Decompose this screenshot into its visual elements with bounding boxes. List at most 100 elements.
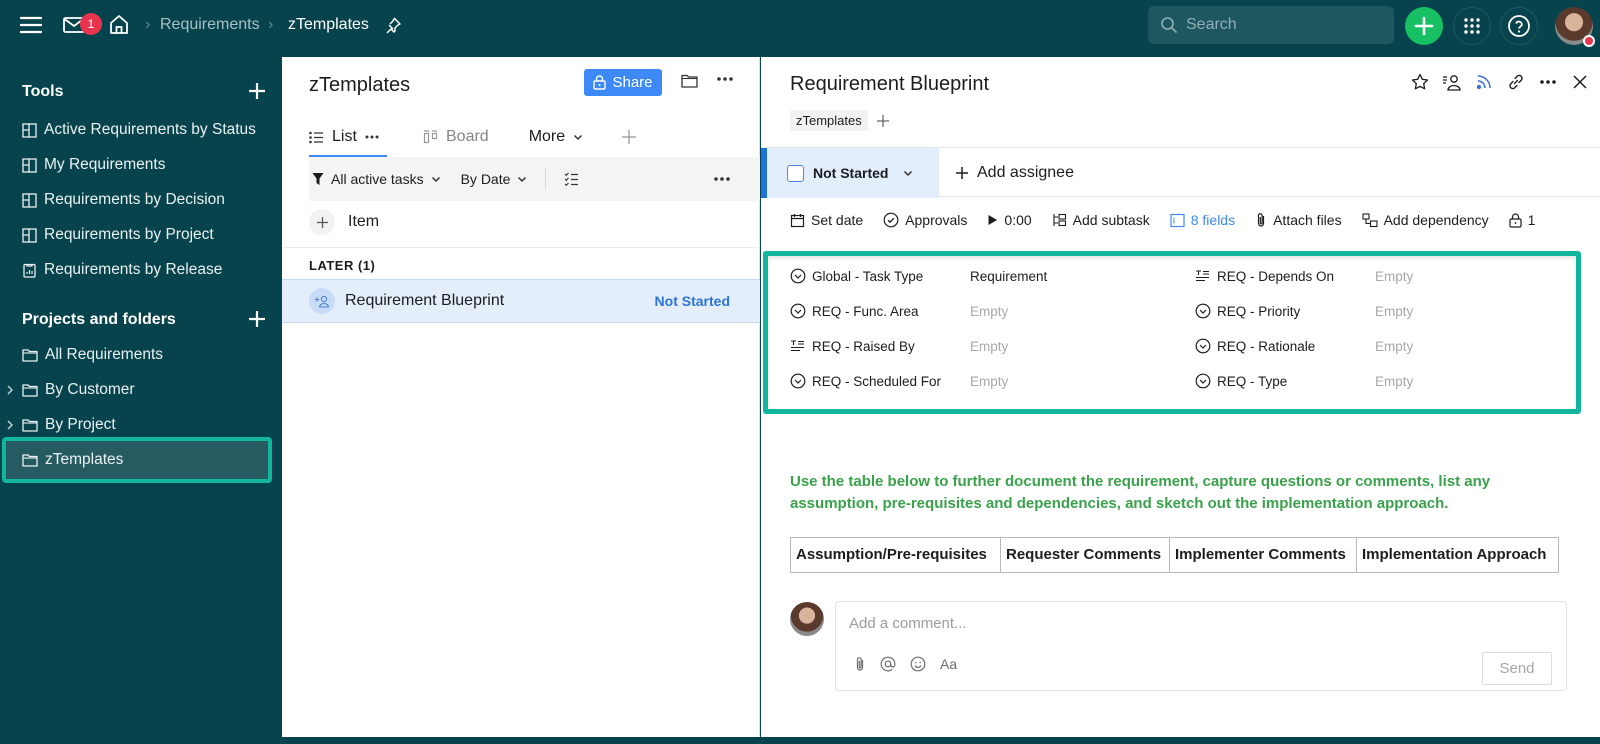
mention-icon[interactable] [880,656,896,672]
text-format-icon[interactable]: Aa [940,656,957,672]
more-options-icon[interactable] [717,77,733,81]
table-view-icon [22,192,37,208]
inbox-button[interactable]: 1 [63,13,102,35]
field-value[interactable]: Empty [970,339,1008,354]
add-item-button[interactable]: Item [309,207,379,237]
field-depends-on[interactable]: REQ - Depends On Empty [1195,266,1413,286]
comment-input[interactable] [849,615,1449,632]
complete-checkbox[interactable] [787,164,804,182]
share-button[interactable]: Share [584,69,662,96]
access-lock-button[interactable]: 1 [1509,212,1535,228]
close-icon[interactable] [1570,71,1590,93]
task-name[interactable]: Requirement Blueprint [345,292,504,310]
add-dependency-button[interactable]: Add dependency [1362,212,1489,228]
field-global-task-type[interactable]: Global - Task Type Requirement [790,266,1047,286]
tab-board[interactable]: Board [423,117,489,157]
field-raised-by[interactable]: REQ - Raised By Empty [790,336,1008,356]
action-label: Add subtask [1072,212,1150,228]
stream-icon[interactable] [1474,71,1494,93]
emoji-icon[interactable] [910,656,926,672]
table-header-cell[interactable]: Requester Comments [1000,537,1170,573]
add-assignee-icon[interactable] [309,288,335,314]
field-type[interactable]: REQ - Type Empty [1195,371,1413,391]
link-icon[interactable] [1506,71,1526,93]
paperclip-icon[interactable] [854,656,866,672]
followers-icon[interactable] [1442,71,1462,93]
action-label: Add dependency [1383,212,1489,228]
sidebar-item-requirements-by-decision[interactable]: Requirements by Decision [22,185,272,215]
sidebar-folder-by-customer[interactable]: By Customer [7,375,272,405]
create-button[interactable] [1405,7,1443,45]
table-header-cell[interactable]: Implementation Approach [1356,537,1559,573]
field-value[interactable]: Empty [1375,269,1413,284]
checklist-icon[interactable] [564,172,579,186]
add-tag-icon[interactable] [876,114,890,128]
sidebar-folder-ztemplates[interactable]: zTemplates [22,445,272,475]
sidebar-folder-all-requirements[interactable]: All Requirements [22,340,272,370]
star-icon[interactable] [1410,71,1430,93]
fields-button[interactable]: 8 fields [1170,212,1235,228]
add-assignee-button[interactable]: Add assignee [955,148,1074,198]
task-status[interactable]: Not Started [655,293,730,309]
sidebar-item-my-requirements[interactable]: My Requirements [22,150,272,180]
chevron-right-icon[interactable] [6,419,14,431]
breadcrumb-requirements[interactable]: Requirements [160,16,260,34]
approvals-button[interactable]: Approvals [883,212,967,228]
field-priority[interactable]: REQ - Priority Empty [1195,301,1413,321]
sidebar-folder-by-project[interactable]: By Project [7,410,272,440]
set-date-button[interactable]: Set date [790,212,863,228]
field-value[interactable]: Empty [1375,374,1413,389]
sidebar-item-active-requirements-by-status[interactable]: Active Requirements by Status [22,115,272,145]
field-func-area[interactable]: REQ - Func. Area Empty [790,301,1008,321]
chevron-right-icon[interactable] [6,384,14,396]
group-header-later[interactable]: LATER (1) [309,258,375,273]
sidebar-item-requirements-by-release[interactable]: Requirements by Release [22,255,272,285]
chevron-down-icon [904,170,913,176]
field-rationale[interactable]: REQ - Rationale Empty [1195,336,1413,356]
add-project-button[interactable] [248,310,270,332]
add-subtask-button[interactable]: Add subtask [1052,212,1150,228]
more-options-icon[interactable] [1538,71,1558,93]
table-header-cell[interactable]: Assumption/Pre-requisites [790,537,1001,573]
list-icon [309,131,323,143]
task-filter-dropdown[interactable]: All active tasks [312,171,441,187]
folder-tag[interactable]: zTemplates [790,110,868,131]
pin-icon[interactable] [384,16,402,34]
field-scheduled-for[interactable]: REQ - Scheduled For Empty [790,371,1008,391]
search-input[interactable] [1186,16,1376,34]
breadcrumb-ztemplates[interactable]: zTemplates [288,16,369,34]
sort-dropdown[interactable]: By Date [461,171,528,187]
more-options-icon[interactable] [714,177,730,181]
help-button[interactable] [1500,7,1538,45]
apps-button[interactable] [1453,7,1491,45]
task-row[interactable]: Requirement Blueprint Not Started [282,279,760,323]
add-tool-button[interactable] [248,82,270,104]
field-value[interactable]: Empty [970,374,1008,389]
field-value[interactable]: Empty [970,304,1008,319]
send-button[interactable]: Send [1482,652,1552,685]
sidebar-item-label: zTemplates [45,451,124,468]
field-value[interactable]: Empty [1375,304,1413,319]
attach-files-button[interactable]: Attach files [1255,212,1342,228]
tab-list[interactable]: List [309,117,387,158]
status-dropdown[interactable]: Not Started [761,148,939,198]
dropdown-circle-icon [1195,373,1211,389]
more-options-icon[interactable] [365,135,379,139]
folder-icon[interactable] [681,74,698,88]
task-location: zTemplates [790,110,890,131]
field-value[interactable]: Requirement [970,269,1047,284]
search-bar[interactable] [1148,6,1394,44]
plus-icon [249,311,265,327]
table-header-cell[interactable]: Implementer Comments [1169,537,1357,573]
timer-button[interactable]: 0:00 [987,212,1032,228]
task-title[interactable]: Requirement Blueprint [790,73,989,96]
home-icon[interactable] [108,13,130,35]
description-instructions[interactable]: Use the table below to further document … [790,471,1570,515]
menu-icon[interactable] [20,15,42,35]
tab-more[interactable]: More [529,117,583,157]
sidebar-item-requirements-by-project[interactable]: Requirements by Project [22,220,272,250]
action-label: Approvals [905,212,968,228]
avatar[interactable] [1555,7,1595,47]
field-value[interactable]: Empty [1375,339,1413,354]
add-view-button[interactable] [621,117,637,157]
